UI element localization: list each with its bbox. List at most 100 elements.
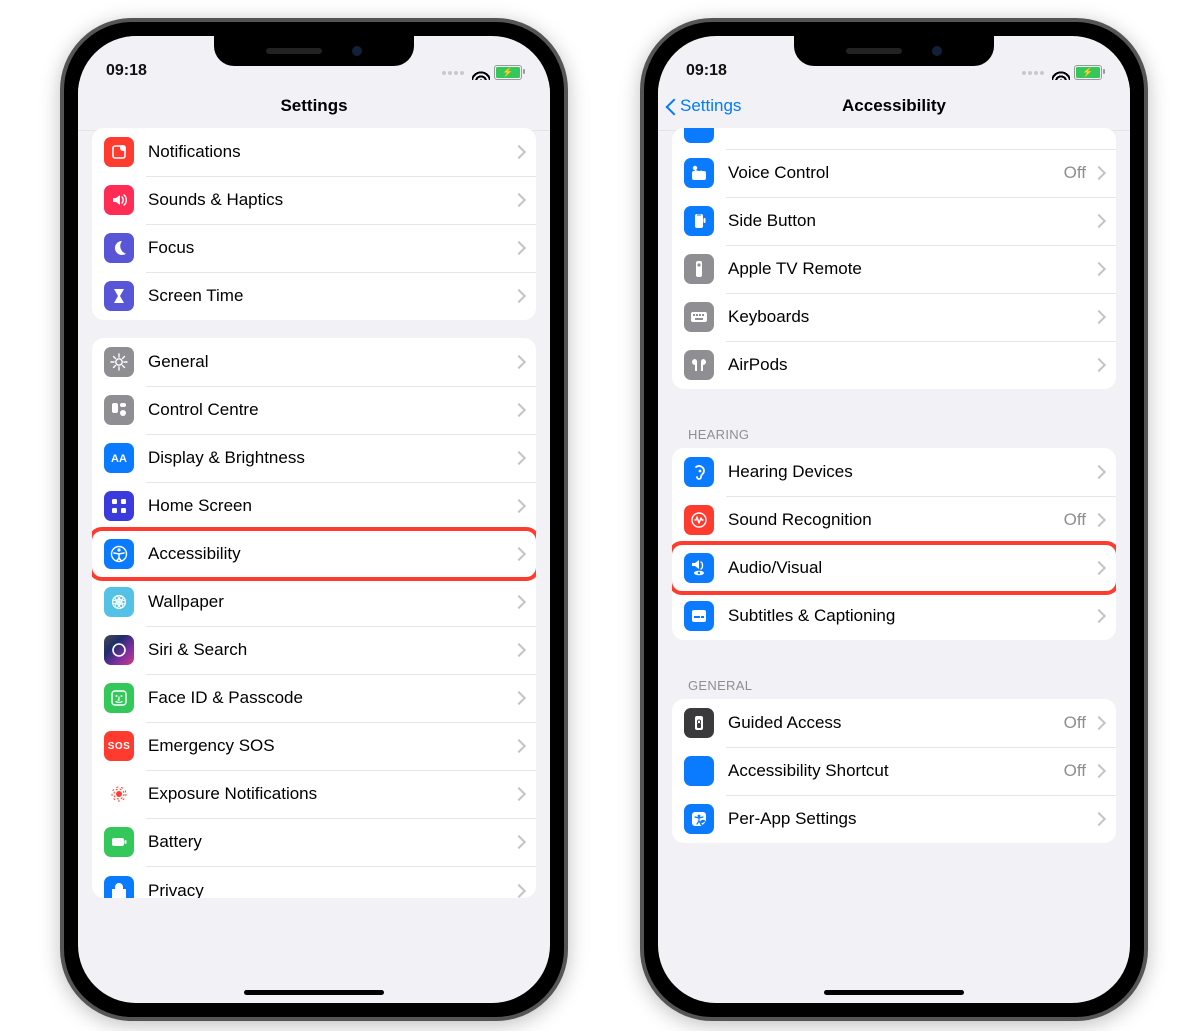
row-screen-time[interactable]: Screen Time: [92, 272, 536, 320]
notch: [794, 36, 994, 66]
faceid-icon: [104, 683, 134, 713]
cellular-icon: [1022, 71, 1044, 75]
siri-icon: [104, 635, 134, 665]
row-general[interactable]: General: [92, 338, 536, 386]
chevron-right-icon: [1094, 561, 1102, 575]
chevron-right-icon: [514, 499, 522, 513]
row-label: Accessibility Shortcut: [728, 761, 1064, 781]
row-faceid[interactable]: Face ID & Passcode: [92, 674, 536, 722]
row-keyboards[interactable]: Keyboards: [672, 293, 1116, 341]
status-time: 09:18: [686, 62, 727, 80]
row-label: Emergency SOS: [148, 736, 514, 756]
privacy-icon: [104, 876, 134, 898]
side-button-icon: [684, 206, 714, 236]
row-side-button[interactable]: Side Button: [672, 197, 1116, 245]
section-header-general: General: [672, 658, 1116, 699]
row-sos[interactable]: SOS Emergency SOS: [92, 722, 536, 770]
chevron-right-icon: [514, 289, 522, 303]
row-sounds[interactable]: Sounds & Haptics: [92, 176, 536, 224]
home-indicator[interactable]: [244, 990, 384, 995]
control-centre-icon: [104, 395, 134, 425]
focus-icon: [104, 233, 134, 263]
row-exposure[interactable]: Exposure Notifications: [92, 770, 536, 818]
row-label: AirPods: [728, 355, 1094, 375]
row-label: Notifications: [148, 142, 514, 162]
home-indicator[interactable]: [824, 990, 964, 995]
chevron-right-icon: [1094, 262, 1102, 276]
row-label: Face ID & Passcode: [148, 688, 514, 708]
chevron-right-icon: [514, 884, 522, 898]
row-hearing-dev[interactable]: Hearing Devices: [672, 448, 1116, 496]
row-battery[interactable]: Battery: [92, 818, 536, 866]
row-label: Voice Control: [728, 163, 1064, 183]
nav-bar: Settings: [78, 82, 550, 131]
row-control-centre[interactable]: Control Centre: [92, 386, 536, 434]
chevron-right-icon: [514, 145, 522, 159]
row-shortcut[interactable]: Accessibility ShortcutOff: [672, 747, 1116, 795]
row-label: Side Button: [728, 211, 1094, 231]
row-label: Siri & Search: [148, 640, 514, 660]
chevron-right-icon: [1094, 764, 1102, 778]
row-accessibility[interactable]: Accessibility: [92, 530, 536, 578]
exposure-icon: [104, 779, 134, 809]
row-label: General: [148, 352, 514, 372]
settings-list[interactable]: Notifications Sounds & Haptics FocusScreen…: [78, 128, 550, 1003]
row-value: Off: [1064, 761, 1086, 781]
row-label: Hearing Devices: [728, 462, 1094, 482]
chevron-right-icon: [514, 643, 522, 657]
notifications-icon: [104, 137, 134, 167]
chevron-right-icon: [514, 595, 522, 609]
row-audio-visual[interactable]: Audio/Visual: [672, 544, 1116, 592]
row-wallpaper[interactable]: Wallpaper: [92, 578, 536, 626]
guided-icon: [684, 708, 714, 738]
audio-visual-icon: [684, 553, 714, 583]
display-icon: [104, 443, 134, 473]
battery-icon: [1074, 65, 1102, 80]
voice-control-icon: [684, 158, 714, 188]
battery-icon: [104, 827, 134, 857]
row-notifications[interactable]: Notifications: [92, 128, 536, 176]
status-time: 09:18: [106, 62, 147, 80]
row-focus[interactable]: Focus: [92, 224, 536, 272]
row-per-app[interactable]: Per-App Settings: [672, 795, 1116, 843]
row-guided[interactable]: Guided AccessOff: [672, 699, 1116, 747]
tv-remote-icon: [684, 254, 714, 284]
row-siri[interactable]: Siri & Search: [92, 626, 536, 674]
row-tv-remote[interactable]: Apple TV Remote: [672, 245, 1116, 293]
wifi-icon: [472, 66, 490, 80]
row-label: Guided Access: [728, 713, 1064, 733]
row-home-screen[interactable]: Home Screen: [92, 482, 536, 530]
section-header-hearing: Hearing: [672, 407, 1116, 448]
accessibility-list[interactable]: Voice ControlOffSide ButtonApple TV Remo…: [658, 128, 1130, 1003]
sos-icon: SOS: [104, 731, 134, 761]
chevron-right-icon: [1094, 166, 1102, 180]
sound-recog-icon: [684, 505, 714, 535]
back-label: Settings: [680, 96, 741, 116]
row-label: Privacy: [148, 881, 514, 898]
chevron-right-icon: [1094, 513, 1102, 527]
keyboards-icon: [684, 302, 714, 332]
chevron-right-icon: [514, 787, 522, 801]
row-label: Apple TV Remote: [728, 259, 1094, 279]
back-button[interactable]: Settings: [658, 96, 741, 116]
row-label: Accessibility: [148, 544, 514, 564]
chevron-right-icon: [514, 691, 522, 705]
row-label: Sounds & Haptics: [148, 190, 514, 210]
row-display[interactable]: Display & Brightness: [92, 434, 536, 482]
chevron-right-icon: [514, 241, 522, 255]
chevron-right-icon: [1094, 214, 1102, 228]
row-subtitles[interactable]: Subtitles & Captioning: [672, 592, 1116, 640]
row-privacy[interactable]: Privacy: [92, 866, 536, 898]
wallpaper-icon: [104, 587, 134, 617]
row-label: Display & Brightness: [148, 448, 514, 468]
airpods-icon: [684, 350, 714, 380]
partial-icon: [684, 128, 714, 143]
row-sound-recog[interactable]: Sound RecognitionOff: [672, 496, 1116, 544]
notch: [214, 36, 414, 66]
row-airpods[interactable]: AirPods: [672, 341, 1116, 389]
row-label: Control Centre: [148, 400, 514, 420]
row-label: Battery: [148, 832, 514, 852]
row-voice-control[interactable]: Voice ControlOff: [672, 149, 1116, 197]
battery-icon: [494, 65, 522, 80]
row-label: Wallpaper: [148, 592, 514, 612]
